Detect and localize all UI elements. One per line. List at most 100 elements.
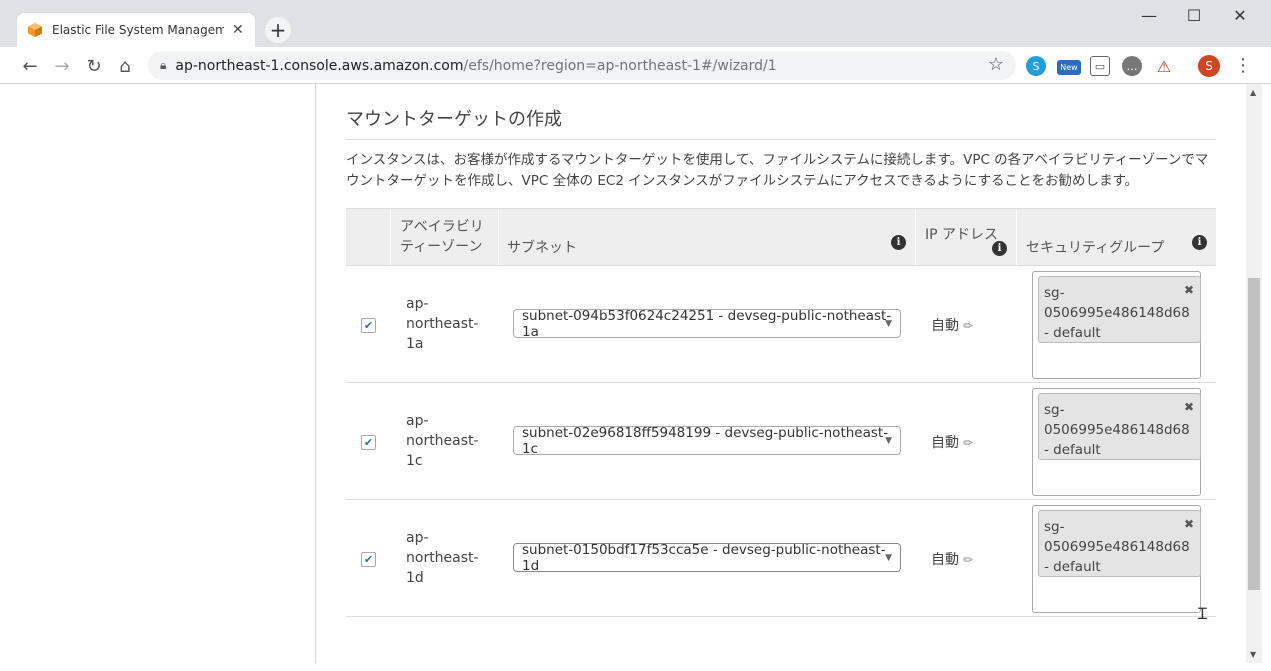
remove-tag-icon[interactable]: ✖ — [1184, 397, 1194, 417]
ip-cell[interactable]: 自動 ✏ — [931, 315, 973, 335]
az-cell: ap- northeast- 1d — [406, 528, 486, 588]
security-group-field[interactable]: sg- 0506995e486148d68 - default ✖ — [1032, 271, 1201, 379]
sg-info-icon[interactable]: i — [1192, 235, 1207, 250]
az-line: ap- — [406, 296, 429, 312]
header-separator — [498, 209, 499, 265]
security-group-tag: sg- 0506995e486148d68 - default ✖ — [1038, 393, 1201, 460]
header-separator — [390, 209, 391, 265]
background-window-edge-right — [1262, 84, 1271, 671]
security-group-tag: sg- 0506995e486148d68 - default ✖ — [1038, 276, 1201, 343]
minimize-button[interactable]: — — [1126, 3, 1172, 27]
edit-pencil-icon[interactable]: ✏ — [963, 553, 973, 567]
maximize-button[interactable]: ☐ — [1171, 3, 1217, 27]
pdf-extension-icon[interactable]: ⚠ — [1154, 56, 1174, 76]
new-extension-icon[interactable]: New — [1057, 60, 1081, 75]
ip-cell[interactable]: 自動 ✏ — [931, 549, 973, 569]
remove-tag-icon[interactable]: ✖ — [1184, 514, 1194, 534]
header-az-line2: ティーゾーン — [400, 239, 483, 255]
tv-extension-icon[interactable]: ▭ — [1090, 56, 1110, 76]
row-checkbox[interactable]: ✔ — [361, 552, 376, 567]
new-tab-button[interactable]: + — [265, 17, 291, 43]
sg-line: 0506995e486148d68 — [1044, 422, 1190, 438]
address-bar[interactable]: 🔒︎ ap-northeast-1.console.aws.amazon.com… — [148, 51, 1016, 80]
security-group-tag: sg- 0506995e486148d68 - default ✖ — [1038, 510, 1201, 577]
checkmark-icon: ✔ — [363, 553, 374, 566]
ip-value: 自動 — [931, 435, 959, 451]
edit-pencil-icon[interactable]: ✏ — [963, 436, 973, 450]
az-line: northeast- — [406, 316, 479, 332]
forward-arrow-icon[interactable]: → — [49, 53, 75, 79]
ip-cell[interactable]: 自動 ✏ — [931, 432, 973, 452]
ip-value: 自動 — [931, 318, 959, 334]
checkmark-icon: ✔ — [363, 436, 374, 449]
az-cell: ap- northeast- 1a — [406, 294, 486, 354]
new-extension-label: New — [1060, 63, 1078, 72]
ip-value: 自動 — [931, 552, 959, 568]
dropdown-arrow-icon: ▼ — [885, 553, 892, 563]
header-separator — [915, 209, 916, 265]
reload-icon[interactable]: ↻ — [81, 53, 107, 79]
remove-tag-icon[interactable]: ✖ — [1184, 280, 1194, 300]
sg-line: - default — [1044, 559, 1101, 575]
header-az: アベイラビリ ティーゾーン — [400, 217, 484, 273]
sg-line: sg- — [1044, 402, 1065, 418]
table-header: アベイラビリ ティーゾーン サブネット i IP アドレス i セキュリティグル… — [346, 208, 1216, 266]
scroll-up-arrow-icon[interactable]: ▲ — [1250, 88, 1256, 97]
browser-toolbar: ← → ↻ ⌂ 🔒︎ ap-northeast-1.console.aws.am… — [0, 47, 1271, 84]
az-cell: ap- northeast- 1c — [406, 411, 486, 471]
security-group-field[interactable]: sg- 0506995e486148d68 - default ✖ — [1032, 388, 1201, 496]
sg-line: sg- — [1044, 519, 1065, 535]
edit-pencil-icon[interactable]: ✏ — [963, 319, 973, 333]
az-line: ap- — [406, 530, 429, 546]
subnet-select[interactable]: subnet-0150bdf17f53cca5e - devseg-public… — [513, 541, 901, 574]
bookmark-star-icon[interactable]: ☆ — [988, 54, 1004, 75]
skype-extension-icon[interactable]: S — [1026, 56, 1046, 76]
home-icon[interactable]: ⌂ — [112, 53, 138, 79]
sg-line: 0506995e486148d68 — [1044, 539, 1190, 555]
lock-icon: 🔒︎ — [160, 58, 167, 72]
browser-tab[interactable]: Elastic File System Management C ✕ — [17, 13, 255, 47]
menu-kebab-icon[interactable]: ⋮ — [1234, 55, 1252, 76]
text-cursor-icon: Ɪ — [1198, 604, 1207, 623]
sidebar-divider — [315, 84, 316, 663]
page-scrollbar[interactable]: ▲ ▼ — [1246, 84, 1262, 663]
section-description: インスタンスは、お客様が作成するマウントターゲットを使用して、ファイルシステムに… — [346, 152, 1209, 189]
sg-line: 0506995e486148d68 — [1044, 305, 1190, 321]
url-host: ap-northeast-1.console.aws.amazon.com — [175, 57, 464, 74]
scrollbar-thumb[interactable] — [1248, 278, 1260, 590]
row-checkbox[interactable]: ✔ — [361, 318, 376, 333]
subnet-value: subnet-0150bdf17f53cca5e - devseg-public… — [522, 541, 886, 574]
tab-title: Elastic File System Management C — [52, 23, 224, 37]
sg-line: - default — [1044, 442, 1101, 458]
subnet-select[interactable]: subnet-094b53f0624c24251 - devseg-public… — [513, 307, 901, 340]
dropdown-arrow-icon: ▼ — [885, 436, 892, 446]
sg-line: sg- — [1044, 285, 1065, 301]
sg-line: - default — [1044, 325, 1101, 341]
ip-info-icon[interactable]: i — [992, 241, 1007, 256]
subnet-value: subnet-094b53f0624c24251 - devseg-public… — [522, 307, 892, 340]
table-row: ✔ ap- northeast- 1a subnet-094b53f0624c2… — [346, 266, 1216, 383]
security-group-field[interactable]: sg- 0506995e486148d68 - default ✖ — [1032, 505, 1201, 613]
row-checkbox[interactable]: ✔ — [361, 435, 376, 450]
header-separator — [1016, 209, 1017, 265]
chat-extension-icon[interactable]: … — [1122, 56, 1142, 76]
close-tab-icon[interactable]: ✕ — [232, 22, 244, 38]
az-line: ap- — [406, 413, 429, 429]
back-arrow-icon[interactable]: ← — [17, 53, 43, 79]
profile-avatar[interactable]: S — [1198, 55, 1220, 77]
table-row: ✔ ap- northeast- 1d subnet-0150bdf17f53c… — [346, 500, 1216, 617]
close-window-button[interactable]: ✕ — [1217, 3, 1263, 27]
background-window-edge — [0, 84, 8, 671]
scroll-down-arrow-icon[interactable]: ▼ — [1250, 650, 1256, 659]
az-line: 1d — [406, 570, 424, 586]
page-viewport: マウントターゲットの作成 インスタンスは、お客様が作成するマウントターゲットを使… — [8, 84, 1262, 663]
subnet-info-icon[interactable]: i — [891, 235, 906, 250]
section-title: マウントターゲットの作成 — [346, 109, 562, 130]
az-line: 1c — [406, 453, 423, 469]
header-az-line1: アベイラビリ — [400, 219, 484, 235]
aws-cube-icon — [28, 23, 42, 37]
table-row: ✔ ap- northeast- 1c subnet-02e96818ff594… — [346, 383, 1216, 500]
subnet-select[interactable]: subnet-02e96818ff5948199 - devseg-public… — [513, 425, 901, 457]
url-path: /efs/home?region=ap-northeast-1#/wizard/… — [463, 57, 777, 74]
dropdown-arrow-icon: ▼ — [885, 319, 892, 329]
